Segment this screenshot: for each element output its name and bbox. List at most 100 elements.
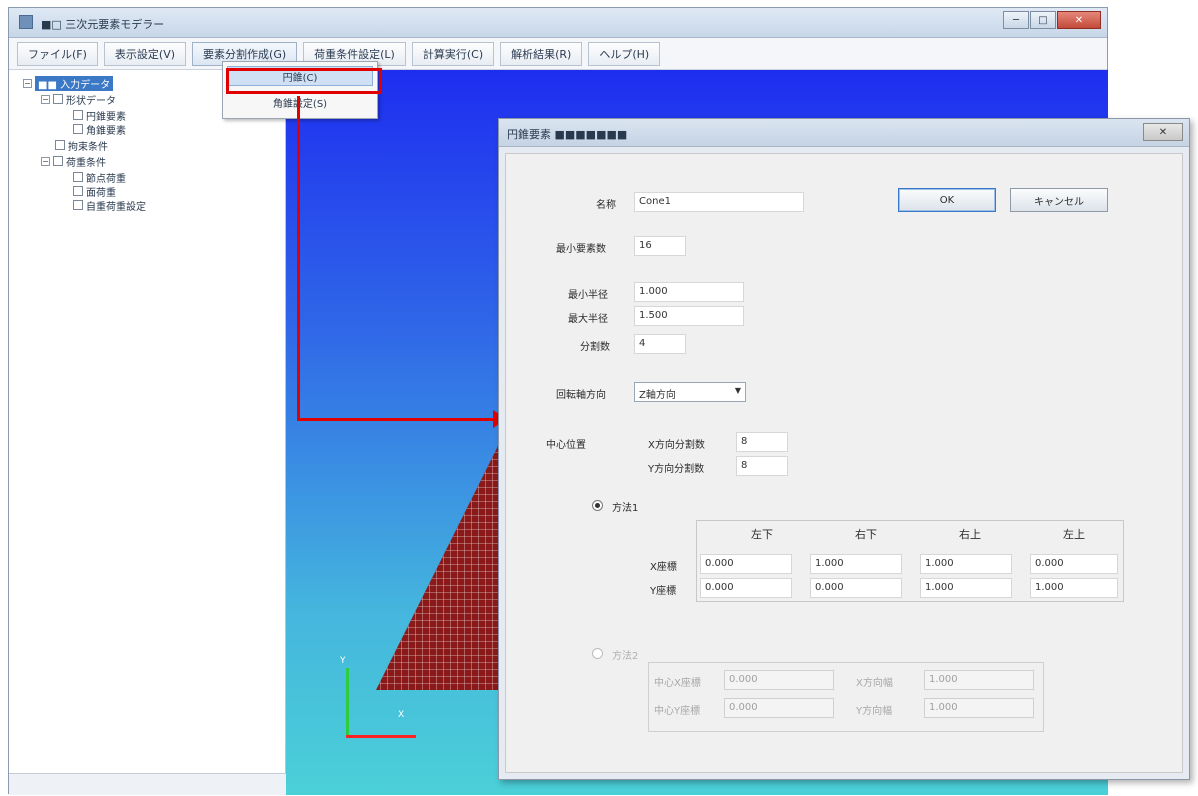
tree-node-self-weight[interactable]: 自重荷重設定 bbox=[73, 198, 146, 213]
x-axis-arrow bbox=[346, 735, 416, 738]
cancel-button[interactable]: キャンセル bbox=[1010, 188, 1108, 212]
option1-label: 方法1 bbox=[612, 503, 639, 514]
tree-node-surface-load[interactable]: 面荷重 bbox=[73, 184, 116, 199]
checkbox[interactable] bbox=[73, 172, 83, 182]
option2-radio[interactable] bbox=[592, 648, 603, 659]
checkbox[interactable] bbox=[73, 124, 83, 134]
min-elements-field[interactable]: 16 bbox=[634, 236, 686, 256]
cell-y-0[interactable]: 0.000 bbox=[700, 578, 792, 598]
menu-view[interactable]: 表示設定(V) bbox=[103, 41, 187, 66]
tree-node-label: 角錐要素 bbox=[86, 125, 126, 137]
center-y-field[interactable]: 0.000 bbox=[724, 698, 834, 718]
x-divisions-field[interactable]: 8 bbox=[736, 432, 788, 452]
dialog-title-bar: 円錐要素 ■■■■■■■ ✕ bbox=[499, 119, 1189, 147]
checkbox[interactable] bbox=[73, 110, 83, 120]
tree-node-label: 形状データ bbox=[66, 95, 116, 107]
divisions-field[interactable]: 4 bbox=[634, 334, 686, 354]
tree-node-label: 面荷重 bbox=[86, 187, 116, 199]
checkbox[interactable] bbox=[53, 156, 63, 166]
dialog-title: 円錐要素 ■■■■■■■ bbox=[507, 128, 628, 141]
tree-node-shape[interactable]: − 形状データ bbox=[41, 92, 116, 107]
tree-node-root[interactable]: − ■■ 入力データ bbox=[23, 75, 114, 91]
menu-results[interactable]: 解析結果(R) bbox=[500, 41, 583, 66]
cell-x-1[interactable]: 1.000 bbox=[810, 554, 902, 574]
center-x-label: 中心X座標 bbox=[654, 678, 701, 689]
center-y-label: 中心Y座標 bbox=[654, 706, 701, 717]
window-controls: ─ □ ✕ bbox=[1003, 11, 1101, 31]
cell-y-1[interactable]: 0.000 bbox=[810, 578, 902, 598]
height-field[interactable]: 1.000 bbox=[924, 698, 1034, 718]
maximize-button[interactable]: □ bbox=[1030, 11, 1056, 29]
app-icon bbox=[19, 15, 33, 29]
y-divisions-label: Y方向分割数 bbox=[648, 464, 705, 475]
col-header-top-right: 右上 bbox=[959, 528, 981, 541]
tree-node-label: 拘束条件 bbox=[68, 141, 108, 153]
connector-line-horizontal bbox=[297, 418, 493, 421]
width-field[interactable]: 1.000 bbox=[924, 670, 1034, 690]
y-axis-arrow bbox=[346, 668, 349, 738]
menu-item-pyramid[interactable]: 角錐設定(S) bbox=[227, 92, 373, 112]
minimize-button[interactable]: ─ bbox=[1003, 11, 1029, 29]
collapse-icon[interactable]: − bbox=[41, 156, 50, 166]
direction-label: 回転軸方向 bbox=[556, 390, 606, 401]
collapse-icon[interactable]: − bbox=[41, 94, 50, 104]
max-radius-label: 最大半径 bbox=[568, 314, 608, 325]
connector-line-vertical bbox=[297, 96, 300, 421]
col-header-top-left: 左上 bbox=[1063, 528, 1085, 541]
cell-x-0[interactable]: 0.000 bbox=[700, 554, 792, 574]
row-header-x: X座標 bbox=[650, 562, 677, 573]
close-button[interactable]: ✕ bbox=[1057, 11, 1101, 29]
tree-node-label: 荷重条件 bbox=[66, 157, 106, 169]
option1-radio[interactable] bbox=[592, 500, 603, 511]
position-label: 中心位置 bbox=[546, 440, 586, 451]
cell-y-2[interactable]: 1.000 bbox=[920, 578, 1012, 598]
divisions-label: 分割数 bbox=[580, 342, 610, 353]
highlight-box bbox=[226, 68, 382, 94]
menu-bar: ファイル(F) 表示設定(V) 要素分割作成(G) 荷重条件設定(L) 計算実行… bbox=[9, 38, 1107, 70]
menu-file[interactable]: ファイル(F) bbox=[17, 41, 98, 66]
width-label: X方向幅 bbox=[856, 678, 893, 689]
name-label: 名称 bbox=[596, 200, 616, 211]
window-title: ■□ 三次元要素モデラー bbox=[41, 18, 165, 31]
tree-node-cone[interactable]: 円錐要素 bbox=[73, 108, 126, 123]
y-axis-label: Y bbox=[340, 656, 346, 666]
checkbox[interactable] bbox=[73, 186, 83, 196]
title-bar: ■□ 三次元要素モデラー ─ □ ✕ bbox=[9, 8, 1107, 38]
name-field[interactable]: Cone1 bbox=[634, 192, 804, 212]
dialog-body: 名称 Cone1 OK キャンセル 最小要素数 16 最小半径 1.000 最大… bbox=[505, 153, 1183, 773]
height-label: Y方向幅 bbox=[856, 706, 893, 717]
direction-select[interactable]: Z軸方向 ▼ bbox=[634, 382, 746, 402]
ok-button[interactable]: OK bbox=[898, 188, 996, 212]
checkbox[interactable] bbox=[53, 94, 63, 104]
tree-node-label: 自重荷重設定 bbox=[86, 201, 146, 213]
menu-run[interactable]: 計算実行(C) bbox=[411, 41, 495, 66]
menu-help[interactable]: ヘルプ(H) bbox=[588, 41, 661, 66]
col-header-bottom-left: 左下 bbox=[751, 528, 773, 541]
y-divisions-field[interactable]: 8 bbox=[736, 456, 788, 476]
chevron-down-icon: ▼ bbox=[734, 386, 741, 395]
min-radius-field[interactable]: 1.000 bbox=[634, 282, 744, 302]
col-header-bottom-right: 右下 bbox=[855, 528, 877, 541]
dialog-close-button[interactable]: ✕ bbox=[1143, 123, 1183, 141]
collapse-icon[interactable]: − bbox=[23, 78, 32, 88]
cell-y-3[interactable]: 1.000 bbox=[1030, 578, 1118, 598]
min-elements-label: 最小要素数 bbox=[556, 244, 606, 255]
cell-x-3[interactable]: 0.000 bbox=[1030, 554, 1118, 574]
direction-select-value: Z軸方向 bbox=[639, 390, 676, 401]
tree-node-nodal-load[interactable]: 節点荷重 bbox=[73, 170, 126, 185]
max-radius-field[interactable]: 1.500 bbox=[634, 306, 744, 326]
tree-panel: − ■■ 入力データ − 形状データ 円錐要素 角錐要素 拘束条件 − 荷重条件… bbox=[9, 70, 286, 795]
tree-node-load[interactable]: − 荷重条件 bbox=[41, 154, 106, 169]
tree-node-constraint[interactable]: 拘束条件 bbox=[55, 138, 108, 153]
checkbox[interactable] bbox=[73, 200, 83, 210]
cell-x-2[interactable]: 1.000 bbox=[920, 554, 1012, 574]
tree-node-label: 節点荷重 bbox=[86, 173, 126, 185]
center-x-field[interactable]: 0.000 bbox=[724, 670, 834, 690]
tree-node-label: ■■ 入力データ bbox=[35, 75, 114, 91]
x-divisions-label: X方向分割数 bbox=[648, 440, 705, 451]
tree-node-pyramid[interactable]: 角錐要素 bbox=[73, 122, 126, 137]
row-header-y: Y座標 bbox=[650, 586, 677, 597]
cone-dialog: 円錐要素 ■■■■■■■ ✕ 名称 Cone1 OK キャンセル 最小要素数 1… bbox=[498, 118, 1190, 780]
checkbox[interactable] bbox=[55, 140, 65, 150]
x-axis-label: X bbox=[398, 710, 405, 720]
